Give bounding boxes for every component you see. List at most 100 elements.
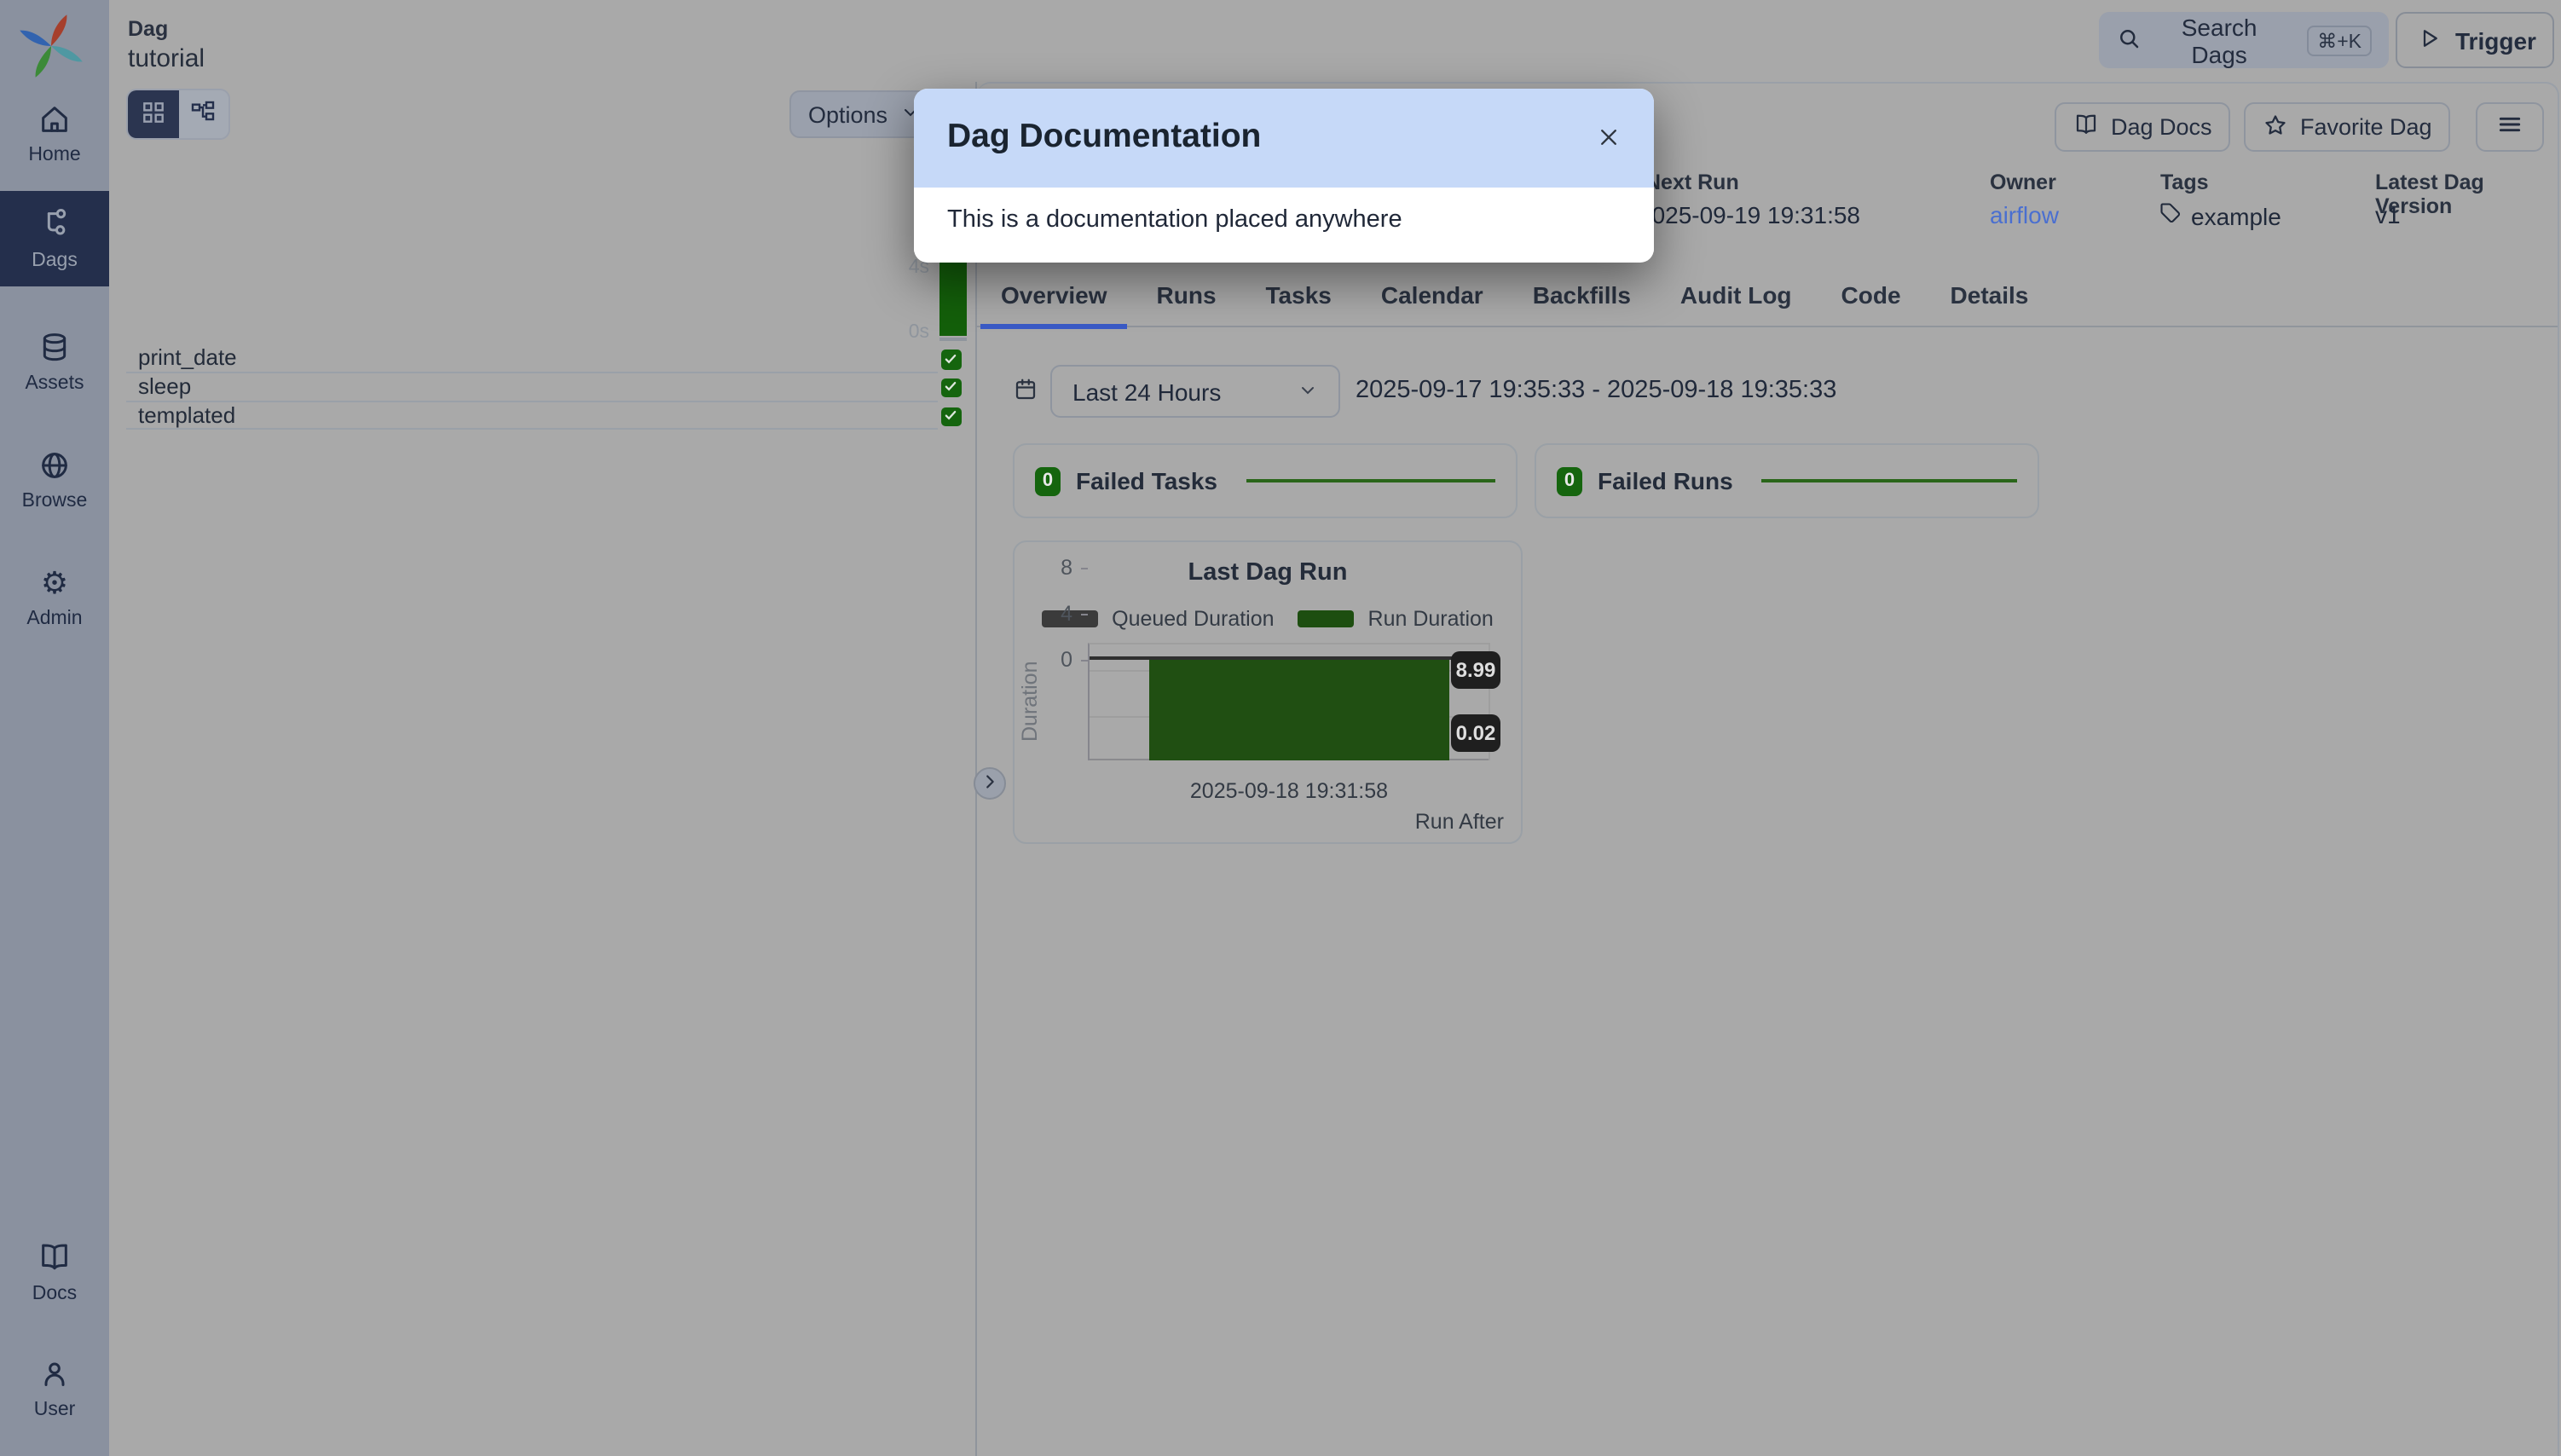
modal-header: Dag Documentation: [913, 88, 1653, 187]
latest-dag-version-value: v1: [2375, 201, 2401, 228]
dag-icon: [38, 208, 72, 242]
sidebar-item-label: Docs: [32, 1284, 77, 1304]
sidebar-item-label: Browse: [22, 491, 88, 511]
failed-tasks-label: Failed Tasks: [1076, 467, 1217, 494]
y-tick-4: 4: [1045, 602, 1072, 626]
search-shortcut: ⌘+K: [2307, 25, 2372, 55]
y-tick-0: 0: [1045, 648, 1072, 672]
run-duration-bar-series[interactable]: [1149, 658, 1449, 761]
gear-icon: ⚙: [41, 566, 68, 600]
home-icon: [38, 102, 72, 136]
play-icon: [2416, 25, 2442, 55]
graph-view-button[interactable]: [178, 90, 228, 138]
task-row[interactable]: templated: [126, 402, 938, 430]
task-name: templated: [138, 402, 235, 428]
task-list: print_date sleep templated: [126, 344, 938, 430]
options-button[interactable]: Options: [789, 90, 929, 138]
sidebar-item-assets[interactable]: Assets: [0, 331, 109, 394]
favorite-dag-button[interactable]: Favorite Dag: [2244, 102, 2451, 152]
y-tickmark: [1081, 614, 1088, 615]
y-axis-title: Duration: [1018, 643, 1042, 760]
failed-runs-label: Failed Runs: [1598, 467, 1733, 494]
task-success-square[interactable]: [941, 407, 961, 426]
task-name: sleep: [138, 373, 191, 399]
sidebar-item-user[interactable]: User: [0, 1357, 109, 1420]
calendar-icon: [1013, 377, 1038, 411]
sidebar-item-label: User: [34, 1400, 76, 1420]
sidebar-item-label: Admin: [26, 609, 82, 629]
tag-name[interactable]: example: [2191, 202, 2281, 229]
breadcrumb: Dag: [128, 17, 168, 41]
tab-runs[interactable]: Runs: [1136, 281, 1237, 329]
check-icon: [944, 373, 959, 403]
sidebar-item-label: Assets: [25, 373, 84, 394]
dag-actions-menu-button[interactable]: [2476, 102, 2544, 152]
task-row[interactable]: print_date: [126, 344, 938, 373]
run-duration-value-badge: 8.99: [1451, 651, 1500, 689]
failed-tasks-count: 0: [1035, 466, 1061, 495]
owner-value-link[interactable]: airflow: [1990, 201, 2059, 228]
close-icon[interactable]: [1587, 115, 1631, 159]
failed-runs-sparkline: [1762, 479, 2017, 483]
duration-axis-tick: 0s: [885, 322, 929, 343]
chart-title: Last Dag Run: [1015, 559, 1521, 586]
modal-title: Dag Documentation: [947, 118, 1261, 157]
legend-label-run[interactable]: Run Duration: [1368, 607, 1494, 631]
duration-axis-line: [939, 338, 967, 341]
user-icon: [38, 1357, 72, 1391]
trigger-label: Trigger: [2455, 26, 2536, 54]
tab-audit-log[interactable]: Audit Log: [1660, 281, 1812, 329]
grid-view-button[interactable]: [128, 90, 178, 138]
sidebar-item-browse[interactable]: Browse: [0, 448, 109, 511]
tab-details[interactable]: Details: [1930, 281, 2049, 329]
favorite-dag-label: Favorite Dag: [2300, 114, 2432, 140]
last-dag-run-chart-card: Last Dag Run Queued Duration Run Duratio…: [1013, 540, 1523, 844]
tab-tasks[interactable]: Tasks: [1246, 281, 1352, 329]
task-success-square[interactable]: [941, 350, 961, 369]
next-run-value: 2025-09-19 19:31:58: [1639, 201, 1860, 228]
time-range-text: 2025-09-17 19:35:33 - 2025-09-18 19:35:3…: [1356, 377, 1836, 404]
hamburger-icon: [2496, 111, 2523, 143]
chevron-down-icon: [1298, 378, 1318, 405]
queued-duration-bar-series[interactable]: [1090, 656, 1489, 660]
app-root: Home Dags Assets: [0, 0, 2561, 1456]
tag-icon: [2159, 201, 2182, 230]
options-label: Options: [808, 101, 887, 127]
queued-duration-value-badge: 0.02: [1451, 714, 1500, 752]
sidebar-item-admin[interactable]: ⚙ Admin: [0, 566, 109, 629]
dag-documentation-modal: Dag Documentation This is a documentatio…: [913, 88, 1653, 262]
failed-runs-card[interactable]: 0 Failed Runs: [1535, 443, 2039, 518]
sidebar-item-label: Home: [28, 145, 80, 165]
trigger-button[interactable]: Trigger: [2396, 12, 2554, 68]
search-label: Search Dags: [2155, 13, 2283, 67]
book-icon: [2073, 112, 2099, 142]
task-success-square[interactable]: [941, 378, 961, 397]
tab-code[interactable]: Code: [1821, 281, 1922, 329]
legend-swatch-run[interactable]: [1298, 610, 1355, 627]
dag-docs-label: Dag Docs: [2111, 114, 2212, 140]
tab-backfills[interactable]: Backfills: [1512, 281, 1651, 329]
tab-bar: Overview Runs Tasks Calendar Backfills A…: [980, 281, 2049, 329]
failed-tasks-sparkline: [1246, 479, 1495, 483]
x-tick-label: 2025-09-18 19:31:58: [1088, 779, 1490, 803]
search-dags-button[interactable]: Search Dags ⌘+K: [2099, 12, 2389, 68]
time-range-selected: Last 24 Hours: [1072, 378, 1221, 405]
y-tickmark: [1081, 660, 1088, 662]
y-tick-8: 8: [1045, 556, 1072, 580]
sidebar-item-docs[interactable]: Docs: [0, 1241, 109, 1304]
sidebar-item-home[interactable]: Home: [0, 102, 109, 165]
airflow-logo[interactable]: [15, 10, 87, 82]
tab-overview[interactable]: Overview: [980, 281, 1128, 329]
latest-dag-version-label: Latest Dag Version: [2375, 170, 2561, 218]
tags-label: Tags: [2160, 170, 2209, 194]
tab-calendar[interactable]: Calendar: [1361, 281, 1504, 329]
task-row[interactable]: sleep: [126, 373, 938, 402]
sidebar-item-dags[interactable]: Dags: [0, 191, 109, 286]
globe-icon: [38, 448, 72, 482]
graph-icon: [190, 98, 217, 130]
dag-docs-button[interactable]: Dag Docs: [2055, 102, 2231, 152]
failed-tasks-card[interactable]: 0 Failed Tasks: [1013, 443, 1518, 518]
legend-label-queued[interactable]: Queued Duration: [1112, 607, 1274, 631]
page-title: tutorial: [128, 44, 205, 73]
time-range-select[interactable]: Last 24 Hours: [1050, 365, 1340, 418]
